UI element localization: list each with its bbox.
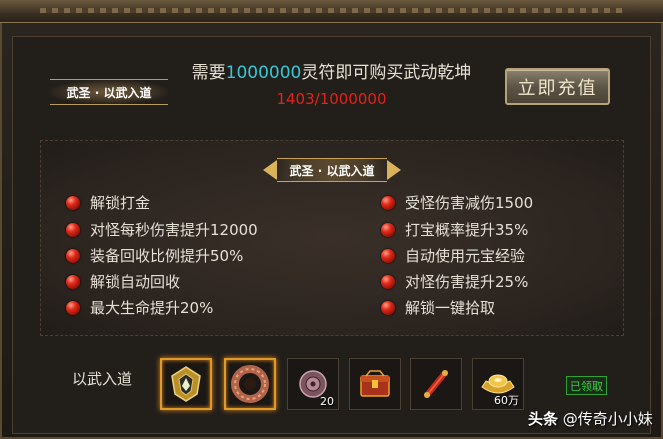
reward-slot[interactable] [349, 358, 401, 410]
red-orb-icon [66, 248, 80, 263]
claimed-badge: 已领取 [566, 376, 607, 395]
need-prefix: 需要 [191, 63, 226, 83]
red-scroll-icon [424, 370, 448, 398]
item-count: 20 [320, 395, 334, 408]
reward-slot[interactable] [160, 358, 212, 410]
perk-item: 对怪每秒伤害提升12000 [66, 219, 258, 240]
perk-item: 解锁一键拾取 [381, 297, 495, 318]
perk-item: 受怪伤害减伤1500 [381, 192, 533, 213]
red-orb-icon [66, 195, 80, 210]
red-orb-icon [381, 274, 395, 289]
red-orb-icon [381, 248, 395, 263]
watermark: 头条 @传奇小小妹 [528, 410, 653, 428]
frame-top-border [0, 0, 663, 23]
need-suffix: 灵符即可购买武动乾坤 [301, 63, 472, 83]
reward-slot[interactable]: 20 [287, 358, 339, 410]
bronze-ring-icon [231, 365, 269, 403]
rewards-label: 以武入道 [72, 370, 133, 388]
perks-title-bar: 武圣 · 以武入道 [252, 157, 412, 183]
red-orb-icon [381, 300, 395, 315]
perk-item: 解锁打金 [66, 192, 150, 213]
perk-item: 解锁自动回收 [66, 271, 180, 292]
perk-item: 最大生命提升20% [66, 297, 213, 318]
red-orb-icon [381, 195, 395, 210]
item-count: 60万 [494, 394, 519, 407]
red-treasure-box-icon [360, 370, 390, 397]
perk-item: 对怪伤害提升25% [381, 271, 528, 292]
golden-emblem-icon [171, 366, 201, 402]
red-orb-icon [66, 300, 80, 315]
reward-slot[interactable]: 60万 [472, 358, 524, 410]
rank-banner: 武圣 · 以武入道 [50, 79, 168, 105]
arrow-right-icon[interactable] [387, 160, 401, 180]
reward-slot[interactable] [224, 358, 276, 410]
reward-slot[interactable] [410, 358, 462, 410]
perks-title: 武圣 · 以武入道 [277, 158, 387, 182]
need-amount: 1000000 [225, 63, 302, 83]
red-orb-icon [66, 274, 80, 289]
perk-item: 装备回收比例提升50% [66, 245, 243, 266]
red-orb-icon [381, 222, 395, 237]
perk-item: 打宝概率提升35% [381, 219, 528, 240]
perk-item: 自动使用元宝经验 [381, 245, 525, 266]
red-orb-icon [66, 222, 80, 237]
arrow-left-icon[interactable] [263, 160, 277, 180]
recharge-button[interactable]: 立即充值 [505, 68, 610, 105]
